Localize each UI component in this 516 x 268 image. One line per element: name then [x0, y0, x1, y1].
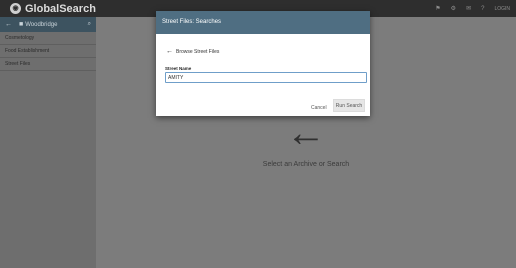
settings-icon[interactable]: ⚙ [451, 5, 456, 12]
logo-icon: ◉ [10, 3, 21, 14]
street-name-label: Street Name [165, 66, 192, 71]
empty-state-message: Select an Archive or Search [262, 161, 350, 168]
app-name: GlobalSearch [25, 2, 96, 15]
flag-icon[interactable]: ⚑ [435, 5, 440, 12]
sidebar-item-food-establishment[interactable]: Food Establishment [0, 45, 96, 58]
app-logo[interactable]: ◉ GlobalSearch [10, 3, 96, 15]
sidebar-item-street-files[interactable]: Street Files [0, 58, 96, 71]
browse-label: Browse Street Files [176, 48, 220, 55]
back-arrow-icon[interactable]: ← [5, 21, 12, 28]
sidebar-title: Woodbridge [25, 21, 58, 28]
top-actions: ⚑ ⚙ ✉ ? LOGIN [435, 0, 510, 17]
help-icon[interactable]: ? [481, 6, 484, 12]
search-dialog: Street Files: Searches ← Browse Street F… [156, 11, 370, 116]
mail-icon[interactable]: ✉ [466, 5, 471, 12]
sidebar-item-cosmetology[interactable]: Cosmetology [0, 32, 96, 45]
archive-icon: ■ [19, 21, 24, 28]
login-link[interactable]: LOGIN [494, 6, 510, 12]
sidebar-header: ← ■ Woodbridge ⌕ [0, 17, 96, 32]
dialog-title: Street Files: Searches [156, 11, 370, 34]
browse-street-files-link[interactable]: ← Browse Street Files [166, 48, 219, 55]
street-name-input[interactable] [165, 72, 367, 83]
left-arrow-icon: ← [286, 111, 326, 155]
search-icon[interactable]: ⌕ [88, 21, 91, 28]
back-arrow-icon: ← [166, 48, 173, 55]
sidebar: ← ■ Woodbridge ⌕ Cosmetology Food Establ… [0, 17, 96, 268]
run-search-button[interactable]: Run Search [333, 99, 365, 112]
cancel-button[interactable]: Cancel [311, 104, 327, 112]
